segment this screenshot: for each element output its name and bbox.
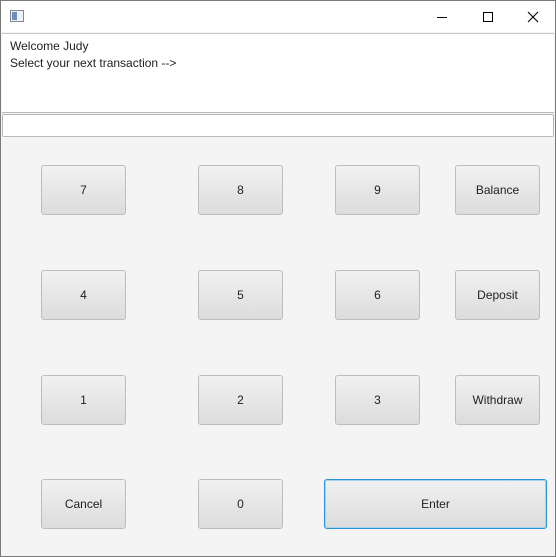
app-icon (10, 10, 24, 22)
balance-button[interactable]: Balance (455, 165, 540, 215)
key-1-button[interactable]: 1 (41, 375, 126, 425)
key-2-button[interactable]: 2 (198, 375, 283, 425)
deposit-button[interactable]: Deposit (455, 270, 540, 320)
key-0-button[interactable]: 0 (198, 479, 283, 529)
minimize-icon (437, 16, 447, 18)
key-5-button[interactable]: 5 (198, 270, 283, 320)
key-6-button[interactable]: 6 (335, 270, 420, 320)
enter-button[interactable]: Enter (324, 479, 547, 529)
minimize-button[interactable] (419, 1, 465, 32)
withdraw-button[interactable]: Withdraw (455, 375, 540, 425)
close-button[interactable] (510, 1, 556, 32)
entry-field[interactable] (2, 114, 554, 137)
key-4-button[interactable]: 4 (41, 270, 126, 320)
close-icon (527, 11, 539, 22)
key-8-button[interactable]: 8 (198, 165, 283, 215)
maximize-button[interactable] (465, 1, 511, 32)
title-bar (1, 1, 555, 32)
maximize-icon (483, 11, 493, 22)
cancel-button[interactable]: Cancel (41, 479, 126, 529)
message-area: Welcome Judy Select your next transactio… (2, 33, 554, 113)
key-7-button[interactable]: 7 (41, 165, 126, 215)
welcome-message: Welcome Judy (10, 39, 89, 53)
key-9-button[interactable]: 9 (335, 165, 420, 215)
atm-window: Welcome Judy Select your next transactio… (0, 0, 556, 557)
instruction-message: Select your next transaction --> (10, 56, 177, 70)
key-3-button[interactable]: 3 (335, 375, 420, 425)
